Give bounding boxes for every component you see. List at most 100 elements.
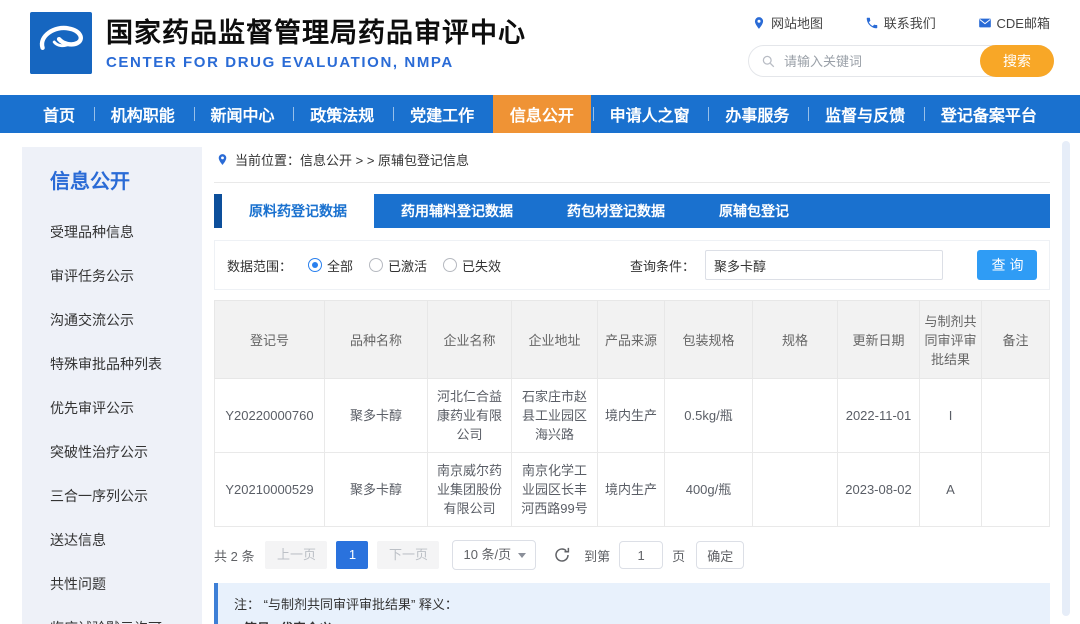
note-intro: 注： “与制剂共同审评审批结果” 释义： <box>234 597 458 612</box>
search-icon <box>762 55 775 67</box>
table-cell: 石家庄市赵县工业园区海兴路 <box>511 378 598 453</box>
goto-label: 到第 <box>584 548 611 564</box>
column-header: 与制剂共同审评审批结果 <box>919 300 982 379</box>
next-page-button[interactable]: 下一页 <box>377 541 440 569</box>
table-cell: 400g/瓶 <box>664 452 753 527</box>
contact-link[interactable]: 联系我们 <box>865 13 936 32</box>
nav-item-3[interactable]: 新闻中心 <box>193 95 292 133</box>
sidebar-list: 受理品种信息 审评任务公示 沟通交流公示 特殊审批品种列表 优先审评公示 突破性治疗公示三… <box>50 222 202 624</box>
sidebar: 信息公开 受理品种信息 审评任务公示 沟通交流公示 特殊审批品种列表 优先审评公示 突破性… <box>22 147 202 624</box>
sidebar-item-1[interactable]: 受理品种信息 <box>50 222 202 242</box>
quick-links: 网站地图 联系我们 CDE邮箱 <box>748 13 1054 32</box>
nav-item-2[interactable]: 机构职能 <box>93 95 192 133</box>
sidebar-title: 信息公开 <box>50 171 130 193</box>
table-body: Y20220000760 聚多卡醇 河北仁合益康药业有限公司 石家庄市赵县工业园区海兴… <box>214 378 1050 527</box>
nav-item-7[interactable]: 申请人之窗 <box>592 95 707 133</box>
scope-option-1[interactable]: 全部 <box>308 256 353 275</box>
note-meaning-col: 代表含义 <box>280 617 332 624</box>
column-header: 企业地址 <box>511 300 598 379</box>
sidebar-item-4[interactable]: 特殊审批品种列表 <box>50 354 202 374</box>
page-size-select[interactable]: 10 条/页 <box>452 540 537 570</box>
column-header: 企业名称 <box>427 300 512 379</box>
sidebar-item-10[interactable]: 临床试验默示许可 <box>50 618 202 624</box>
tab-4[interactable]: 原辅包登记 <box>692 194 816 228</box>
prev-page-button[interactable]: 上一页 <box>265 541 328 569</box>
mailbox-label: CDE邮箱 <box>996 16 1050 31</box>
table-cell: 聚多卡醇 <box>324 452 428 527</box>
scope-option-label: 已激活 <box>388 258 428 274</box>
nav-item-5[interactable]: 党建工作 <box>393 95 491 133</box>
table-cell: 2023-08-02 <box>837 452 920 527</box>
main-nav: 首页 机构职能 新闻中心 政策法规 党建工作 信息公开 申请人之窗 办事服务 监督与反馈 登记备案… <box>0 95 1080 133</box>
location-pin-icon <box>754 16 764 29</box>
nav-item-8[interactable]: 办事服务 <box>708 95 806 133</box>
table-row-2[interactable]: Y20210000529 聚多卡醇 南京威尔药业集团股份有限公司 南京化学工业园区长丰… <box>214 452 1050 527</box>
table-header-row: 登记号 品种名称 企业名称 企业地址 产品来源 包装规格 规格 更新日期 与制剂共同审评审批结果… <box>214 300 1050 379</box>
sidebar-item-3[interactable]: 沟通交流公示 <box>50 310 202 330</box>
site-subtitle: CENTER FOR DRUG EVALUATION, NMPA <box>106 54 454 71</box>
breadcrumb-text: 当前位置：信息公开 > > 原辅包登记信息 <box>235 153 470 168</box>
nav-item-9[interactable]: 监督与反馈 <box>808 95 922 133</box>
column-header: 包装规格 <box>664 300 753 379</box>
tab-3[interactable]: 药包材登记数据 <box>540 194 692 228</box>
sidebar-item-2[interactable]: 审评任务公示 <box>50 266 202 286</box>
nav-item-6[interactable]: 信息公开 <box>492 95 591 133</box>
header-utilities: 网站地图 联系我们 CDE邮箱 搜索 <box>748 13 1054 77</box>
sidebar-item-6[interactable]: 突破性治疗公示 <box>50 442 202 462</box>
goto-page-input[interactable] <box>619 541 664 569</box>
note-symbol-col: 符号 <box>234 617 280 624</box>
note-header: 符号 代表含义 <box>234 617 1034 624</box>
query-button[interactable]: 查询 <box>977 250 1037 280</box>
legend-note: 注： “与制剂共同审评审批结果” 释义： 符号 代表含义 A已批准在上市制剂使用… <box>214 583 1050 624</box>
main-content: 当前位置：信息公开 > > 原辅包登记信息 原料药登记数据 药用辅料登记数据 药包材… <box>214 147 1050 624</box>
table-cell: 南京威尔药业集团股份有限公司 <box>427 452 512 527</box>
scope-option-label: 全部 <box>327 258 354 274</box>
location-pin-icon <box>218 154 227 165</box>
column-header: 品种名称 <box>324 300 428 379</box>
cde-logo-icon <box>30 12 92 74</box>
sidebar-item-5[interactable]: 优先审评公示 <box>50 398 202 418</box>
nav-item-4[interactable]: 政策法规 <box>293 95 391 133</box>
mailbox-link[interactable]: CDE邮箱 <box>978 13 1050 32</box>
table-cell: Y20210000529 <box>214 452 325 527</box>
table-cell: 境内生产 <box>597 452 665 527</box>
registration-table: 登记号 品种名称 企业名称 企业地址 产品来源 包装规格 规格 更新日期 与制剂共同审评审批结果… <box>214 300 1050 527</box>
tab-2[interactable]: 药用辅料登记数据 <box>374 194 540 228</box>
table-cell: 境内生产 <box>597 378 665 453</box>
table-cell: Y20220000760 <box>214 378 325 453</box>
sidebar-item-9[interactable]: 共性问题 <box>50 574 202 594</box>
page: 国家药品监督管理局药品审评中心 CENTER FOR DRUG EVALUATI… <box>0 0 1080 624</box>
nav-item-10[interactable]: 登记备案平台 <box>923 95 1054 133</box>
scope-option-2[interactable]: 已激活 <box>369 256 427 275</box>
table-cell: 河北仁合益康药业有限公司 <box>427 378 512 453</box>
sitemap-label: 网站地图 <box>771 16 824 31</box>
site-search-button[interactable]: 搜索 <box>980 45 1054 77</box>
table-cell: 聚多卡醇 <box>324 378 428 453</box>
query-input[interactable] <box>705 250 943 280</box>
site-search: 搜索 <box>748 45 1054 77</box>
table-cell <box>981 452 1050 527</box>
table-row-1[interactable]: Y20220000760 聚多卡醇 河北仁合益康药业有限公司 石家庄市赵县工业园区海兴… <box>214 378 1050 453</box>
sidebar-item-8[interactable]: 送达信息 <box>50 530 202 550</box>
brand: 国家药品监督管理局药品审评中心 CENTER FOR DRUG EVALUATI… <box>30 12 526 74</box>
radio-icon <box>369 258 384 272</box>
sitemap-link[interactable]: 网站地图 <box>752 13 823 32</box>
scope-option-3[interactable]: 已失效 <box>443 256 501 275</box>
radio-icon <box>308 258 323 272</box>
nav-item-1[interactable]: 首页 <box>26 95 92 133</box>
sidebar-item-7[interactable]: 三合一序列公示 <box>50 486 202 506</box>
table-cell <box>981 378 1050 453</box>
site-titles: 国家药品监督管理局药品审评中心 CENTER FOR DRUG EVALUATI… <box>106 12 526 71</box>
table-header: 登记号 品种名称 企业名称 企业地址 产品来源 包装规格 规格 更新日期 与制剂共同审评审批结果… <box>214 300 1050 379</box>
refresh-icon[interactable] <box>553 546 571 564</box>
data-tabs: 原料药登记数据 药用辅料登记数据 药包材登记数据 原辅包登记 <box>214 194 1050 228</box>
column-header: 更新日期 <box>837 300 920 379</box>
breadcrumb: 当前位置：信息公开 > > 原辅包登记信息 <box>214 147 1050 183</box>
pagination: 共 2 条 上一页 1 下一页 10 条/页 到第 页 确定 <box>214 540 1050 570</box>
goto-confirm-button[interactable]: 确定 <box>696 541 745 569</box>
goto-unit: 页 <box>672 548 686 564</box>
scrollbar[interactable] <box>1062 141 1070 616</box>
current-page-button[interactable]: 1 <box>336 541 369 569</box>
table-cell: A <box>919 452 982 527</box>
tab-1[interactable]: 原料药登记数据 <box>222 194 374 228</box>
